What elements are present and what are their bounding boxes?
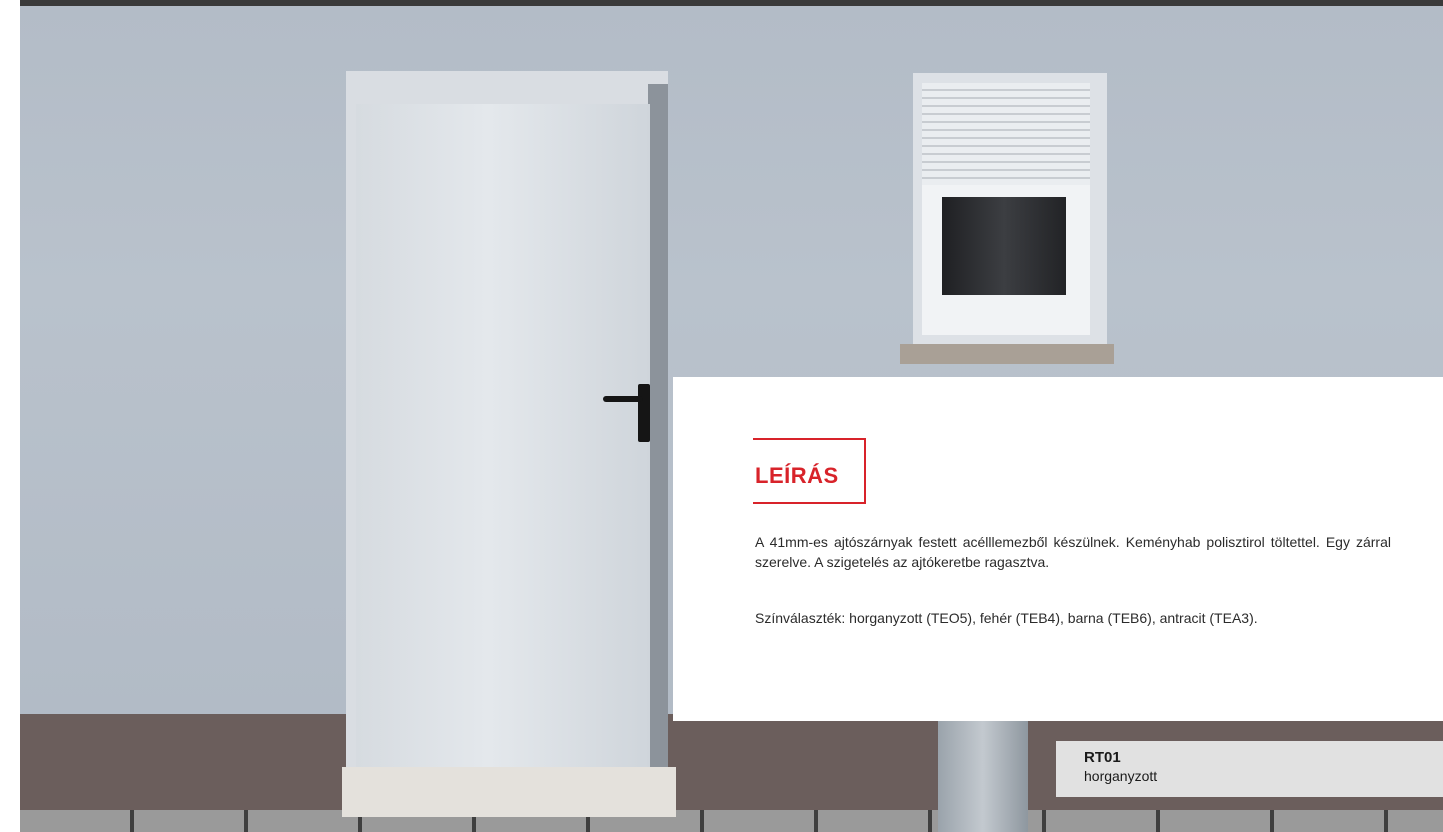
panel-color-options: Színválaszték: horganyzott (TEO5), fehér… [755, 610, 1258, 626]
panel-description: A 41mm-es ajtószárnyak festett acéllleme… [755, 534, 1391, 570]
window-roller-shutter [922, 83, 1090, 185]
product-finish: horganyzott [1084, 768, 1158, 784]
product-code: RT01 [1084, 749, 1121, 766]
door-handle-lever [603, 396, 643, 402]
product-label: RT01 horganyzott [1056, 741, 1443, 797]
window-sill [900, 344, 1114, 364]
pavement [20, 810, 1443, 832]
description-panel: LEÍRÁS A 41mm-es ajtószárnyak festett ac… [673, 377, 1443, 721]
window-glass [942, 197, 1066, 295]
panel-title: LEÍRÁS [755, 463, 839, 488]
door-handle-plate [638, 384, 650, 442]
door-sill [342, 767, 676, 817]
left-margin [0, 0, 20, 832]
steel-door-leaf [356, 104, 650, 767]
door-recess-shadow [648, 84, 668, 771]
downpipe [938, 720, 1028, 832]
